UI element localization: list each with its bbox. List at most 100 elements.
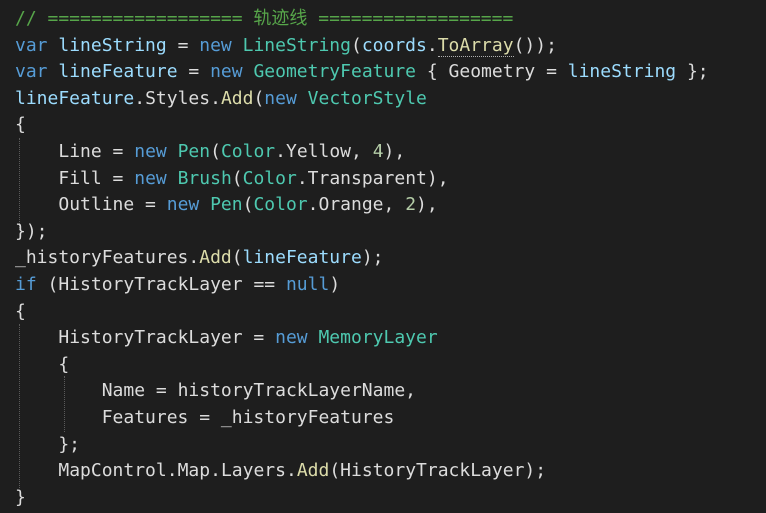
code-line[interactable]: { xyxy=(15,352,69,378)
code-token: ) xyxy=(329,274,341,295)
code-token: HistoryTrackLayer xyxy=(58,327,243,349)
code-editor[interactable]: // ================== 轨迹线 ==============… xyxy=(0,0,766,513)
code-token: = xyxy=(134,194,167,216)
code-line[interactable]: Outline = new Pen(Color.Orange, 2), xyxy=(15,192,437,218)
code-token: ( xyxy=(210,141,221,162)
code-token: = xyxy=(101,167,135,189)
code-token: 2 xyxy=(405,194,417,216)
code-line[interactable]: Line = new Pen(Color.Yellow, 4), xyxy=(15,139,405,165)
code-token: . xyxy=(296,167,308,189)
code-token: Layers xyxy=(220,460,286,482)
code-line[interactable]: { xyxy=(15,112,26,138)
code-line[interactable]: // ================== 轨迹线 ==============… xyxy=(15,6,513,32)
code-token: _historyFeatures xyxy=(220,407,395,428)
code-token: = xyxy=(166,34,200,56)
code-token: lineString xyxy=(58,34,167,56)
code-line[interactable]: }); xyxy=(15,219,48,245)
code-token: . xyxy=(275,141,286,162)
code-token: . xyxy=(307,194,319,216)
code-token: ( xyxy=(231,167,243,189)
code-line[interactable]: MapControl.Map.Layers.Add(HistoryTrackLa… xyxy=(15,458,546,484)
code-token: }; xyxy=(676,61,709,83)
code-token: Transparent xyxy=(307,167,427,189)
code-token: }); xyxy=(15,220,48,242)
code-token: == xyxy=(242,274,286,295)
code-line[interactable]: HistoryTrackLayer = new MemoryLayer xyxy=(15,325,437,351)
code-token: new xyxy=(264,87,297,109)
code-line[interactable]: _historyFeatures.Add(lineFeature); xyxy=(15,245,384,271)
code-token: Color xyxy=(242,167,297,189)
code-line[interactable]: Features = _historyFeatures xyxy=(15,405,395,431)
code-token: . xyxy=(210,460,221,482)
code-token: , xyxy=(351,141,373,162)
code-token: . xyxy=(166,460,178,482)
code-token: Name xyxy=(101,380,146,402)
code-token: Add xyxy=(296,460,330,482)
code-token: lineFeature xyxy=(15,87,135,109)
code-token: HistoryTrackLayer xyxy=(340,460,525,482)
code-token: new xyxy=(210,61,243,83)
code-token: = xyxy=(188,407,221,428)
code-token: Brush xyxy=(177,167,232,189)
code-token: historyTrackLayerName xyxy=(177,380,406,402)
code-token: ()); xyxy=(513,34,557,56)
code-token: ), xyxy=(426,167,449,189)
code-token: Yellow xyxy=(285,141,352,162)
code-token: { xyxy=(15,353,70,375)
code-line[interactable]: }; xyxy=(15,432,80,458)
code-token: ), xyxy=(383,141,406,162)
code-token: new xyxy=(134,141,167,162)
code-token: = xyxy=(177,61,211,83)
code-token: new xyxy=(134,167,167,189)
code-line[interactable]: if (HistoryTrackLayer == null) xyxy=(15,272,340,298)
code-token: lineString xyxy=(567,61,677,83)
code-line[interactable]: var lineFeature = new GeometryFeature { … xyxy=(15,59,709,85)
code-token: = xyxy=(535,61,568,83)
code-token: ( xyxy=(36,274,59,295)
code-token: GeometryFeature xyxy=(253,61,417,83)
code-token: Outline xyxy=(58,194,135,216)
code-token: Orange xyxy=(318,194,384,216)
code-token: Pen xyxy=(210,194,243,216)
code-token: . xyxy=(210,87,221,109)
code-token: { xyxy=(15,114,26,136)
code-line[interactable]: Name = historyTrackLayerName, xyxy=(15,378,416,404)
code-token: { xyxy=(15,300,26,322)
code-token: . xyxy=(285,460,297,482)
code-token: Geometry xyxy=(448,61,536,83)
code-token: { xyxy=(416,61,449,83)
code-line[interactable]: var lineString = new LineString(coords.T… xyxy=(15,33,557,59)
code-token: = xyxy=(101,141,135,162)
code-token: Color xyxy=(220,141,276,162)
code-token: . xyxy=(134,87,146,109)
code-token: Color xyxy=(253,194,308,216)
code-line[interactable]: lineFeature.Styles.Add(new VectorStyle xyxy=(15,86,427,112)
code-token: VectorStyle xyxy=(307,87,427,109)
code-token: ToArray xyxy=(437,34,514,57)
code-token: , xyxy=(383,194,406,216)
code-token: _historyFeatures xyxy=(15,247,189,269)
code-token: new xyxy=(199,34,232,56)
code-token: Add xyxy=(220,87,254,109)
code-token: = xyxy=(145,380,178,402)
code-token: Styles xyxy=(145,87,211,109)
code-line[interactable]: } xyxy=(15,485,26,511)
code-token: 4 xyxy=(372,141,384,162)
code-token: Line xyxy=(58,141,102,162)
code-line[interactable]: Fill = new Brush(Color.Transparent), xyxy=(15,166,449,192)
code-token: LineString xyxy=(242,34,351,56)
code-line[interactable]: { xyxy=(15,299,26,325)
